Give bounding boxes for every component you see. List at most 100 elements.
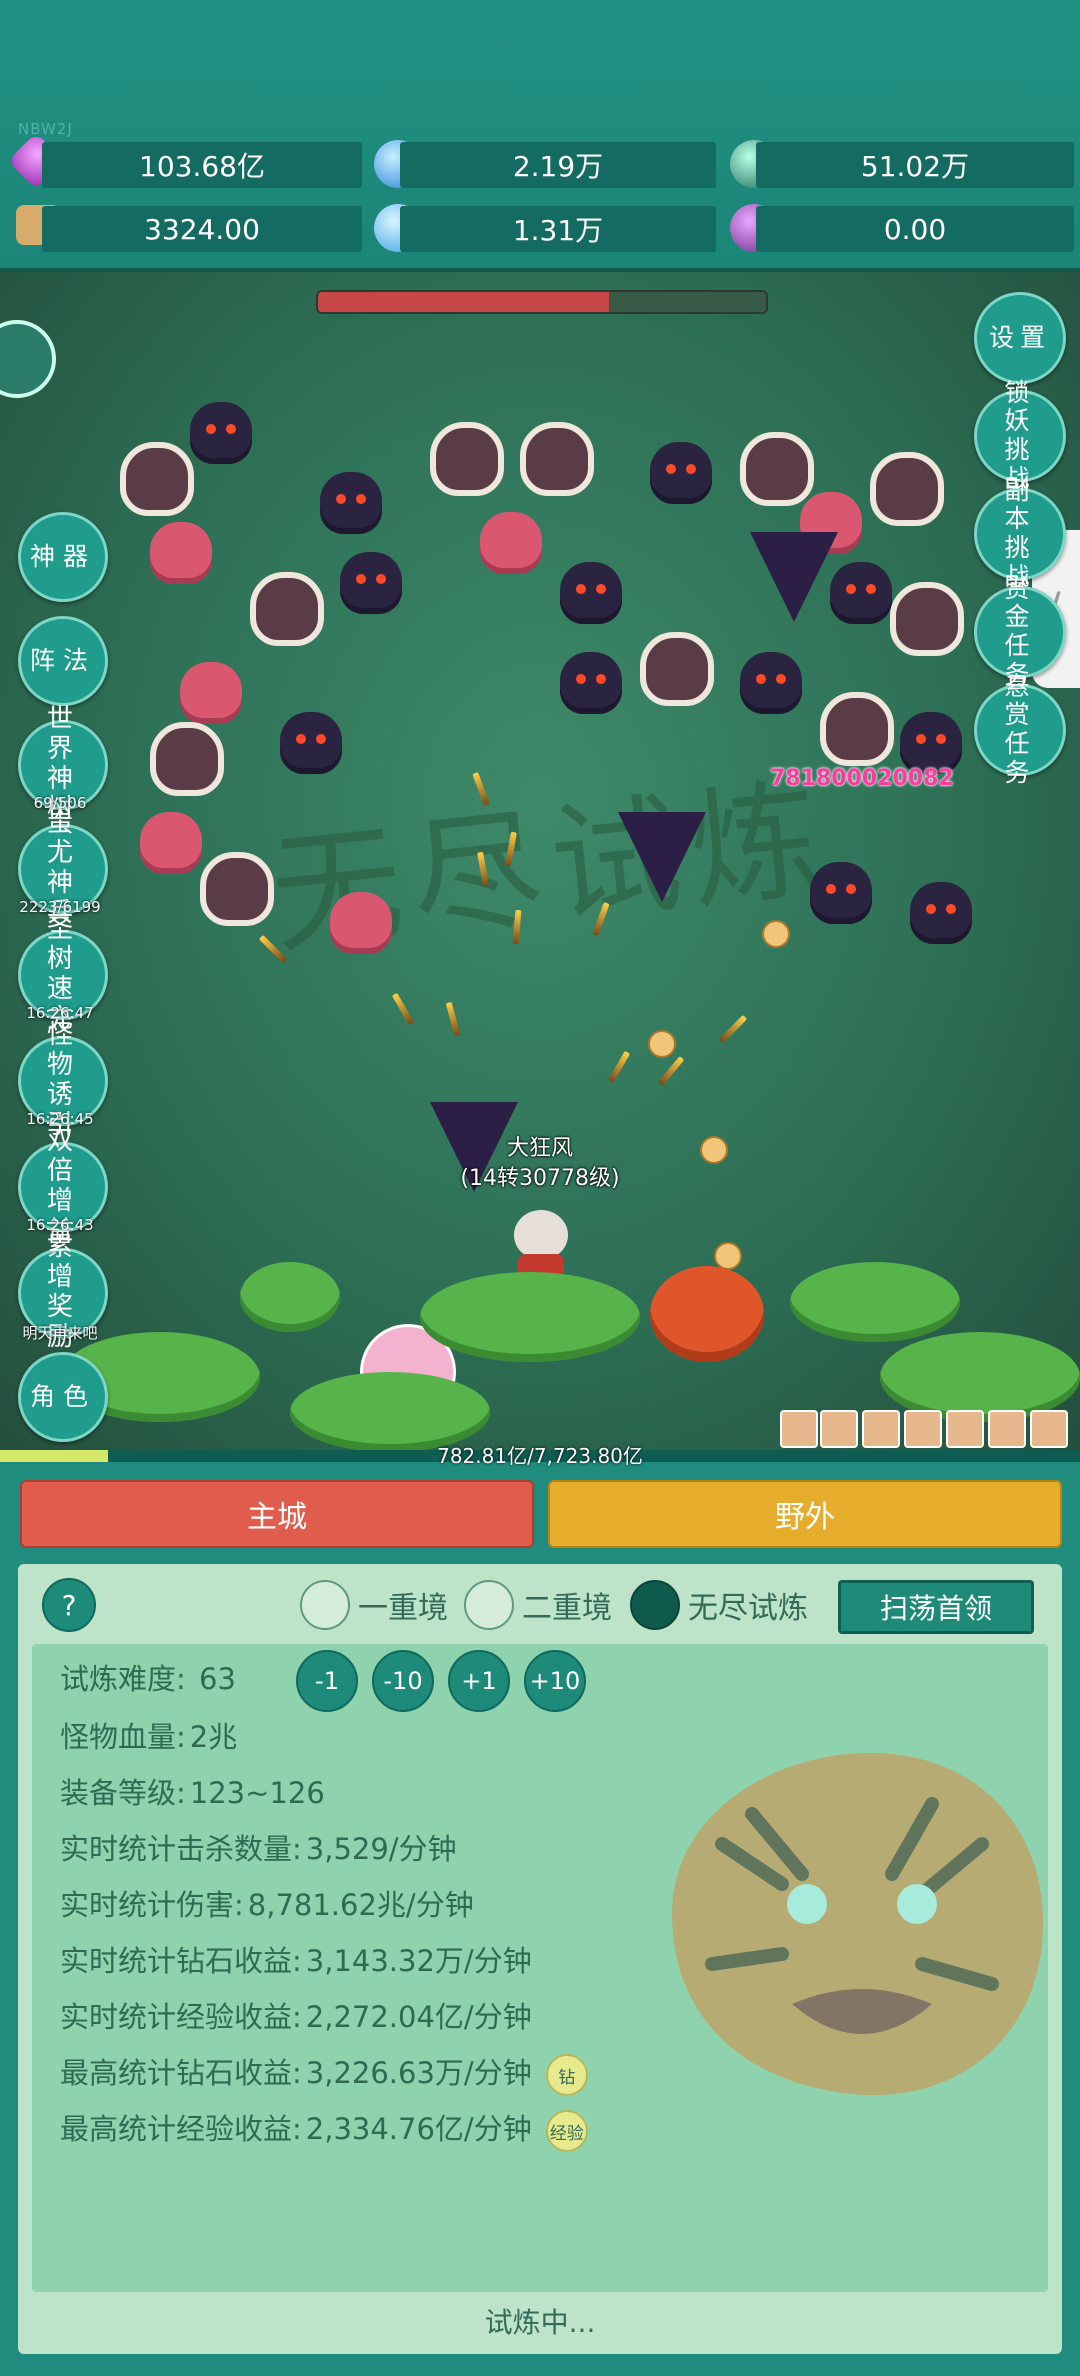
bush	[880, 1332, 1080, 1422]
resource-pouch: 0.00	[756, 206, 1074, 252]
resource-shards: 1.31万	[400, 206, 716, 252]
monster	[140, 812, 202, 874]
bounty-quest-button[interactable]: 赏金任务	[974, 574, 1066, 689]
settings-button[interactable]: 设置	[974, 292, 1066, 384]
diamond-badge-icon: 钻	[545, 2054, 588, 2096]
pause-button[interactable]	[0, 320, 56, 398]
max-xp-rate-row: 最高统计经验收益: 2,334.76亿/分钟 经验	[60, 2106, 592, 2152]
radio-circle	[300, 1580, 350, 1630]
difficulty-minus-1-button[interactable]: -1	[296, 1650, 358, 1712]
monster	[560, 652, 622, 714]
monster	[650, 442, 712, 504]
tab-wild[interactable]: 野外	[548, 1480, 1062, 1548]
monster	[430, 422, 504, 496]
max-diamond-rate-row: 最高统计钻石收益: 3,226.63万/分钟钻	[60, 2050, 592, 2096]
skill-slot-icon[interactable]	[1030, 1410, 1068, 1448]
cumulative-reward-status: 明天再来吧	[22, 1324, 98, 1342]
monster	[150, 722, 224, 796]
monster	[320, 472, 382, 534]
monster	[830, 562, 892, 624]
help-button[interactable]: ?	[42, 1578, 96, 1632]
trial-panel: ? 一重境 二重境 无尽试炼 扫荡首领 试炼难度: 63 -1 -10 +1 +…	[18, 1564, 1062, 2354]
sweep-boss-button[interactable]: 扫荡首领	[838, 1580, 1034, 1634]
monster	[810, 862, 872, 924]
skill-slot-icon[interactable]	[780, 1410, 818, 1448]
bush	[790, 1262, 960, 1342]
monster	[200, 852, 274, 926]
battle-field[interactable]: 无尽试炼 ⟨ 781800020082 大狂风 (14转	[0, 268, 1080, 1454]
mode-radio-2[interactable]: 二重境	[464, 1580, 612, 1630]
monster	[870, 452, 944, 526]
resource-scrolls: 3324.00	[42, 206, 362, 252]
tiger-emblem-icon	[672, 1752, 1044, 2096]
monster	[120, 442, 194, 516]
difficulty-value: 63	[199, 1662, 236, 1696]
equipment-level-row: 装备等级: 123~126	[60, 1776, 325, 1810]
difficulty-row: 试炼难度: 63	[60, 1662, 236, 1696]
skill-slot-icon[interactable]	[988, 1410, 1026, 1448]
monster	[150, 522, 212, 584]
hero-nameplate: 大狂风 (14转30778级)	[420, 1134, 660, 1194]
monster	[560, 562, 622, 624]
monster	[910, 882, 972, 944]
formation-button[interactable]: 阵法	[18, 616, 108, 706]
monster	[740, 432, 814, 506]
radio-circle	[464, 1580, 514, 1630]
boss-hp-bar	[316, 290, 768, 314]
monster	[520, 422, 594, 496]
monster	[740, 652, 802, 714]
resource-crystals: 2.19万	[400, 142, 716, 188]
stats-area: 试炼难度: 63 -1 -10 +1 +10 怪物血量: 2兆 装备等级: 123~…	[32, 1644, 1048, 2292]
mode-radio-endless[interactable]: 无尽试炼	[630, 1580, 808, 1630]
red-tree	[650, 1266, 764, 1362]
xp-badge-icon: 经验	[545, 2110, 588, 2152]
monster	[640, 632, 714, 706]
tab-main-city[interactable]: 主城	[20, 1480, 534, 1548]
reward-quest-button[interactable]: 悬赏任务	[974, 672, 1066, 787]
radio-circle	[630, 1580, 680, 1630]
monster	[330, 892, 392, 954]
coin-drop	[714, 1242, 742, 1270]
bush	[240, 1262, 340, 1332]
bush	[420, 1272, 640, 1362]
kill-rate-row: 实时统计击杀数量: 3,529/分钟	[60, 1832, 457, 1866]
coin-drop	[648, 1030, 676, 1058]
demon-lock-challenge-button[interactable]: 锁妖挑战	[974, 378, 1066, 493]
flying-sword	[445, 1001, 461, 1037]
skill-slot-icon[interactable]	[946, 1410, 984, 1448]
skill-slot-icon[interactable]	[862, 1410, 900, 1448]
difficulty-plus-1-button[interactable]: +1	[448, 1650, 510, 1712]
mode-radio-1[interactable]: 一重境	[300, 1580, 448, 1630]
monster	[190, 402, 252, 464]
dungeon-challenge-button[interactable]: 副本挑战	[974, 476, 1066, 591]
xp-text: 782.81亿/7,723.80亿	[437, 1444, 643, 1468]
difficulty-minus-10-button[interactable]: -10	[372, 1650, 434, 1712]
damage-rate-row: 实时统计伤害: 8,781.62兆/分钟	[60, 1888, 474, 1922]
damage-popup: 781800020082	[770, 766, 954, 791]
monster	[900, 712, 962, 774]
diamond-rate-row: 实时统计钻石收益: 3,143.32万/分钟	[60, 1944, 532, 1978]
character-button[interactable]: 角色	[18, 1352, 108, 1442]
trial-status-text: 试炼中...	[484, 2306, 596, 2339]
flying-sword	[657, 1056, 685, 1086]
monster-hp-row: 怪物血量: 2兆	[60, 1720, 238, 1754]
skill-slot-icon[interactable]	[904, 1410, 942, 1448]
artifact-button[interactable]: 神器	[18, 512, 108, 602]
skill-slot-icon[interactable]	[820, 1410, 858, 1448]
resource-orbs: 51.02万	[756, 142, 1074, 188]
xp-fill	[0, 1450, 108, 1462]
resource-bar: NBW2J 103.68亿 2.19万 51.02万 3324.00 1.31万…	[0, 0, 1080, 268]
difficulty-plus-10-button[interactable]: +10	[524, 1650, 586, 1712]
resource-gems: 103.68亿	[42, 142, 362, 188]
hero-head	[514, 1210, 568, 1260]
flying-sword	[718, 1014, 748, 1044]
monster	[180, 662, 242, 724]
flying-sword	[391, 992, 415, 1026]
monster	[820, 692, 894, 766]
watermark-text: NBW2J	[18, 120, 73, 138]
hero-name: 大狂风	[506, 1136, 573, 1161]
flying-sword	[607, 1050, 631, 1084]
xp-rate-row: 实时统计经验收益: 2,272.04亿/分钟	[60, 2000, 532, 2034]
hero-level: (14转30778级)	[460, 1166, 620, 1191]
tornado-effect	[750, 532, 838, 622]
